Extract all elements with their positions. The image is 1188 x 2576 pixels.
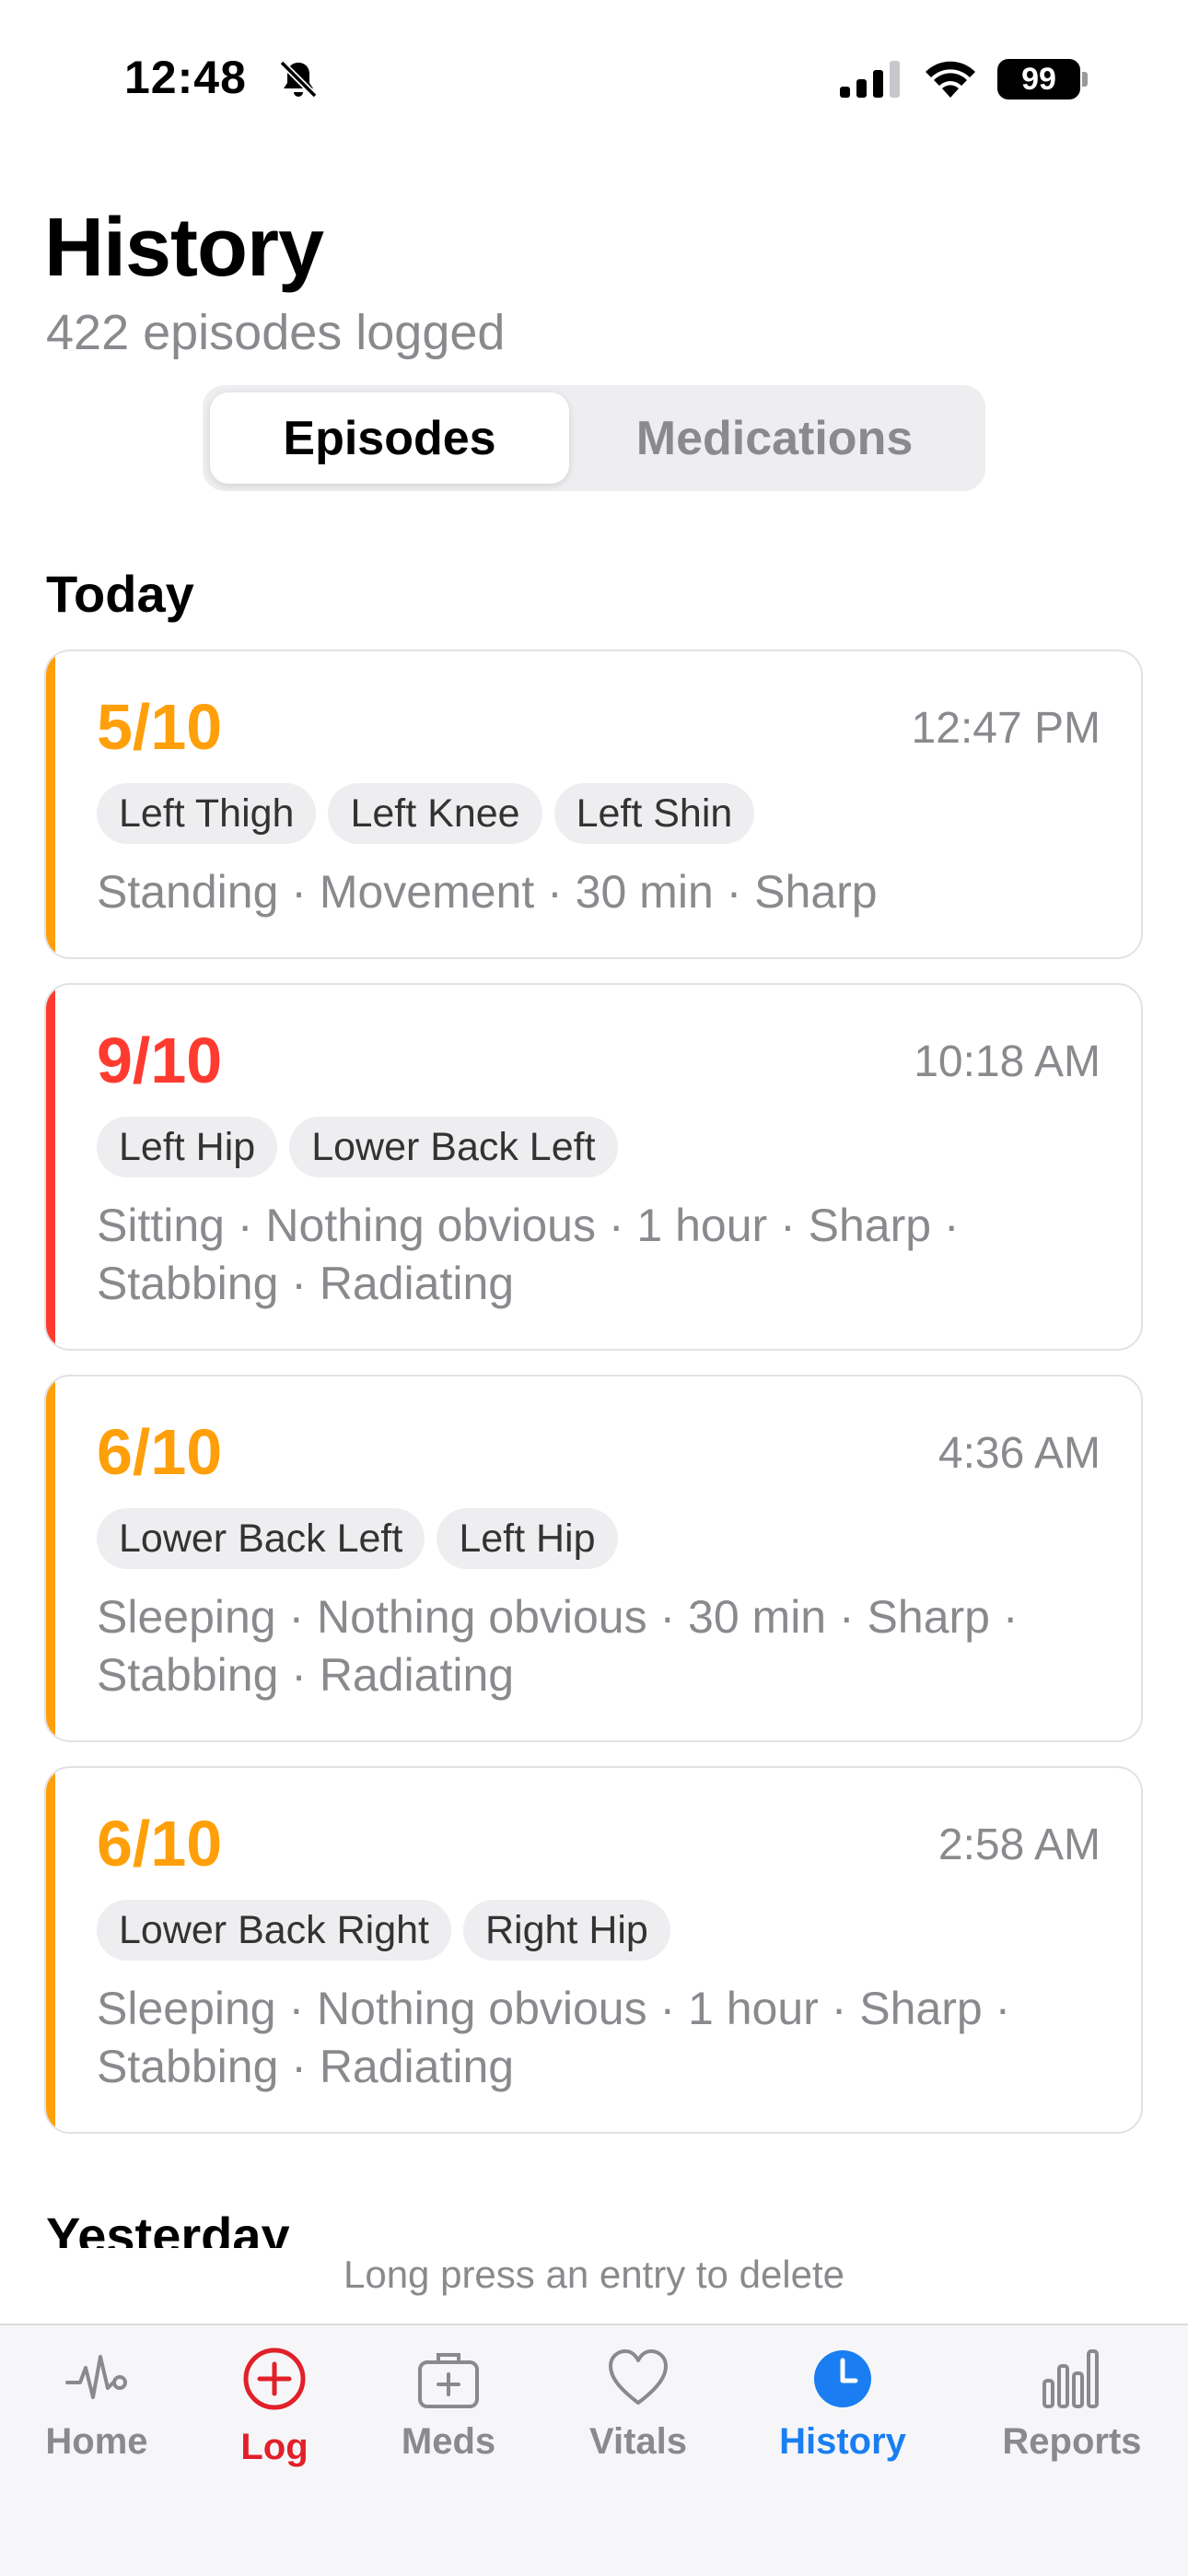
body-location-tags: Left Hip Lower Back Left xyxy=(97,1117,618,1177)
location-tag: Lower Back Left xyxy=(97,1508,425,1569)
clock-icon xyxy=(814,2350,871,2407)
segmented-control: Episodes Medications xyxy=(203,385,985,491)
location-tag: Left Hip xyxy=(97,1117,278,1177)
body-location-tags: Lower Back Right Right Hip xyxy=(97,1900,670,1961)
episode-time: 10:18 AM xyxy=(914,1037,1101,1086)
tab-vitals[interactable]: Vitals xyxy=(546,2346,730,2484)
location-tag: Lower Back Left xyxy=(289,1117,618,1177)
body-location-tags: Left Thigh Left Knee Left Shin xyxy=(97,783,755,844)
episode-time: 4:36 AM xyxy=(938,1429,1101,1478)
episode-time: 2:58 AM xyxy=(938,1821,1101,1869)
tab-label-log: Log xyxy=(240,2427,309,2467)
severity-bar xyxy=(46,1768,55,2132)
tab-bar: Home Log Meds Vitals History Reports xyxy=(0,2324,1188,2576)
episode-time: 12:47 PM xyxy=(911,704,1101,753)
tab-label-home: Home xyxy=(45,2421,148,2462)
pain-score: 5/10 xyxy=(97,691,223,763)
episode-details: Sitting · Nothing obvious · 1 hour · Sha… xyxy=(97,1200,960,1309)
location-tag: Left Knee xyxy=(328,783,542,844)
section-title-yesterday: Yesterday xyxy=(46,2207,290,2248)
location-tag: Left Hip xyxy=(437,1508,618,1569)
pulse-icon xyxy=(65,2355,127,2399)
tab-reports[interactable]: Reports xyxy=(980,2346,1164,2484)
pain-score: 9/10 xyxy=(97,1025,223,1096)
location-tag: Right Hip xyxy=(463,1900,670,1961)
battery-indicator: 99 xyxy=(997,59,1080,100)
page-title: History xyxy=(44,202,324,294)
plus-circle-icon xyxy=(243,2348,306,2410)
episode-count: 422 episodes logged xyxy=(46,305,506,360)
bell-slash-icon xyxy=(279,60,318,99)
tab-home[interactable]: Home xyxy=(5,2346,189,2484)
episode-card[interactable]: 9/10 10:18 AM Left Hip Lower Back Left S… xyxy=(44,983,1143,1351)
segment-episodes[interactable]: Episodes xyxy=(210,392,569,484)
pain-score: 6/10 xyxy=(97,1808,223,1879)
tab-label-history: History xyxy=(779,2421,906,2462)
episode-details: Sleeping · Nothing obvious · 1 hour · Sh… xyxy=(97,1983,1011,2092)
episode-card[interactable]: 6/10 2:58 AM Lower Back Right Right Hip … xyxy=(44,1766,1143,2134)
delete-hint: Long press an entry to delete xyxy=(343,2253,845,2296)
tab-label-reports: Reports xyxy=(1002,2421,1142,2462)
medkit-icon xyxy=(418,2353,479,2408)
status-time: 12:48 xyxy=(124,52,247,103)
yesterday-clip: Yesterday xyxy=(0,2193,1188,2248)
episode-card[interactable]: 6/10 4:36 AM Lower Back Left Left Hip Sl… xyxy=(44,1375,1143,1742)
heart-icon xyxy=(609,2349,668,2405)
episode-details: Sleeping · Nothing obvious · 30 min · Sh… xyxy=(97,1591,1019,1701)
pain-score: 6/10 xyxy=(97,1416,223,1488)
severity-bar xyxy=(46,985,55,1349)
wifi-icon xyxy=(926,61,975,98)
section-title-today: Today xyxy=(46,565,194,623)
tab-meds[interactable]: Meds xyxy=(356,2346,541,2484)
episode-card[interactable]: 5/10 12:47 PM Left Thigh Left Knee Left … xyxy=(44,650,1143,959)
tab-label-meds: Meds xyxy=(401,2421,496,2462)
tab-log[interactable]: Log xyxy=(182,2346,367,2484)
tab-history[interactable]: History xyxy=(751,2346,935,2484)
segment-medications[interactable]: Medications xyxy=(571,392,978,484)
tab-label-vitals: Vitals xyxy=(589,2421,687,2462)
severity-bar xyxy=(46,1376,55,1740)
battery-tip xyxy=(1082,72,1088,87)
body-location-tags: Lower Back Left Left Hip xyxy=(97,1508,618,1569)
severity-bar xyxy=(46,651,55,957)
episode-details: Standing · Movement · 30 min · Sharp xyxy=(97,866,878,918)
cellular-signal-icon xyxy=(840,61,900,98)
status-bar: 12:48 99 xyxy=(0,0,1188,157)
location-tag: Left Shin xyxy=(553,783,755,844)
bar-chart-icon xyxy=(1042,2349,1099,2408)
location-tag: Left Thigh xyxy=(97,783,317,844)
location-tag: Lower Back Right xyxy=(97,1900,451,1961)
